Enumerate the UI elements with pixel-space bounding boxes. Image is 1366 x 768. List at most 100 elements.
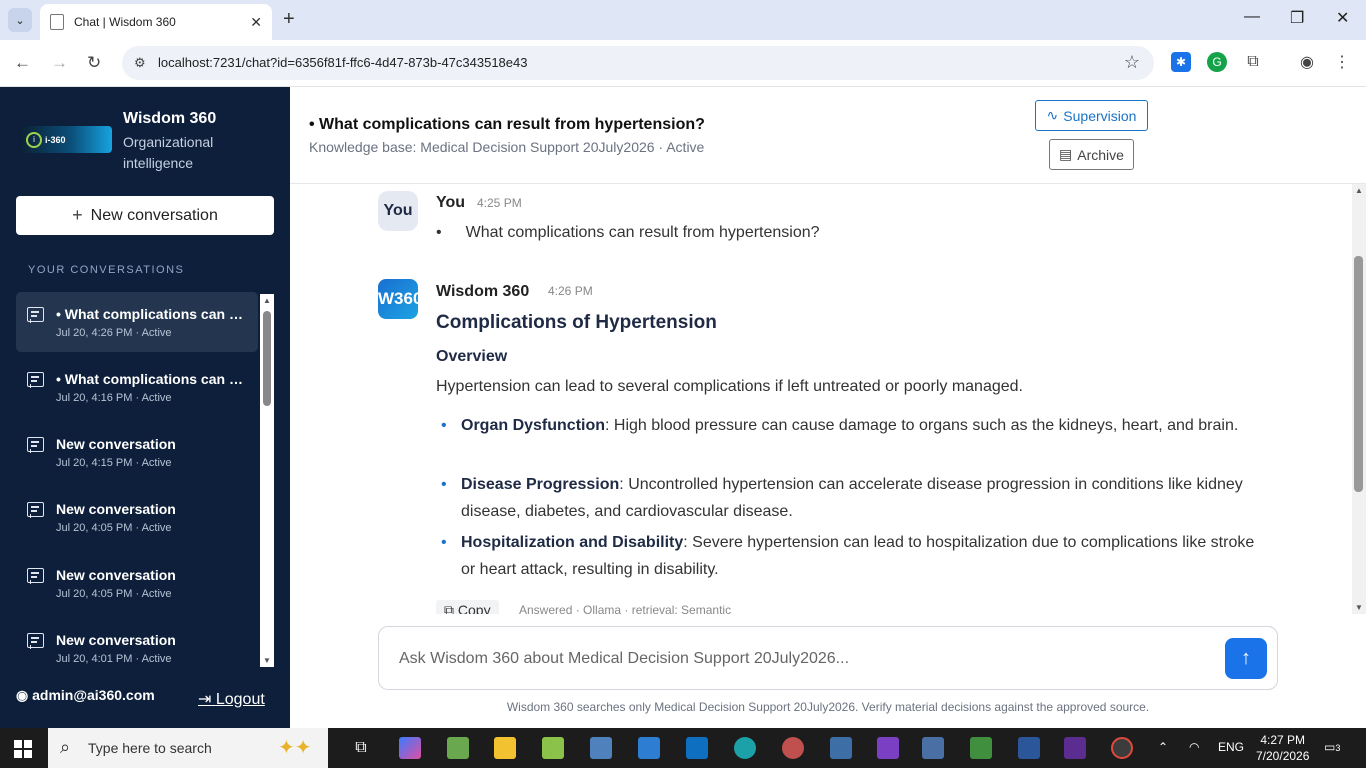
conversation-item[interactable]: New conversation Jul 20, 4:05 PM · Activ… <box>16 553 258 613</box>
sidebar: i i-360 Wisdom 360 Organizational intell… <box>0 87 290 728</box>
visual-studio-icon[interactable] <box>877 737 899 759</box>
conversation-list: • What complications can result from hyp… <box>16 292 258 668</box>
brand-subtitle: Organizational intelligence <box>123 134 214 171</box>
supervision-button[interactable]: ∿ Supervision <box>1035 100 1148 131</box>
url-text: localhost:7231/chat?id=6356f81f-ffc6-4d4… <box>158 55 528 70</box>
new-conversation-label: New conversation <box>90 206 218 224</box>
restore-icon[interactable]: ❐ <box>1290 8 1304 28</box>
conversation-item[interactable]: • What complications can result from hyp… <box>16 292 258 352</box>
edge-icon[interactable] <box>734 737 756 759</box>
notifications-icon[interactable]: ▭3 <box>1324 740 1340 754</box>
list-item-term: Disease Progression <box>461 476 620 493</box>
supervision-label: Supervision <box>1063 107 1137 124</box>
bullet-icon: • <box>436 224 442 241</box>
user-email: admin@ai360.com <box>32 687 155 703</box>
conversation-item[interactable]: New conversation Jul 20, 4:15 PM · Activ… <box>16 422 258 482</box>
conversation-item[interactable]: New conversation Jul 20, 4:05 PM · Activ… <box>16 487 258 547</box>
message-composer[interactable]: Ask Wisdom 360 about Medical Decision Su… <box>378 626 1278 690</box>
conversations-section-label: YOUR CONVERSATIONS <box>28 264 185 276</box>
scroll-up-icon[interactable]: ▲ <box>1355 186 1363 195</box>
send-button[interactable]: ↑ <box>1225 638 1267 679</box>
conversation-item[interactable]: • What complications can result from hyp… <box>16 357 258 417</box>
browser-tab[interactable]: Chat | Wisdom 360 ✕ <box>40 4 272 40</box>
sidebar-scrollbar[interactable]: ▲ ▼ <box>260 294 274 667</box>
tray-chevron-icon[interactable]: ⌃ <box>1158 740 1168 754</box>
plus-icon: + <box>72 205 83 225</box>
copy-button[interactable]: ⧉ Copy <box>436 600 499 614</box>
logout-label: Logout <box>215 691 265 708</box>
scroll-thumb[interactable] <box>263 311 271 406</box>
scroll-down-icon[interactable]: ▼ <box>1355 603 1363 612</box>
archive-button[interactable]: ▤ Archive <box>1049 139 1134 170</box>
user-message: • What complications can result from hype… <box>436 224 820 242</box>
tools-icon[interactable] <box>542 737 564 759</box>
page-favicon-icon <box>50 14 64 30</box>
tab-search-dropdown-icon[interactable]: ⌄ <box>8 8 32 32</box>
activity-icon: ∿ <box>1046 107 1059 123</box>
taskbar: ⌕ Type here to search ✦✦ ⧉ ⌃ ◠ ENG 4:27 … <box>0 728 1366 768</box>
app-icon[interactable] <box>970 737 992 759</box>
scroll-down-icon[interactable]: ▼ <box>263 656 271 665</box>
chat-icon <box>27 633 44 649</box>
vscode-icon[interactable] <box>686 737 708 759</box>
address-row: ← → ↻ ⚙ localhost:7231/chat?id=6356f81f-… <box>0 40 1366 87</box>
clock-time: 4:27 PM <box>1260 733 1306 747</box>
extensions-puzzle-icon[interactable]: ⧉ <box>1243 52 1263 72</box>
minimize-icon[interactable]: — <box>1244 8 1260 26</box>
app-icon[interactable] <box>447 737 469 759</box>
app-icon[interactable] <box>922 737 944 759</box>
conversation-title: • What complications can result from hyp… <box>56 371 246 387</box>
chat-thread: You You 4:25 PM • What complications can … <box>290 184 1352 614</box>
grammarly-icon[interactable]: G <box>1207 52 1227 72</box>
chrome-icon[interactable] <box>1111 737 1133 759</box>
user-name: You <box>436 194 466 211</box>
composer-input[interactable]: Ask Wisdom 360 about Medical Decision Su… <box>399 650 849 668</box>
profile-icon[interactable]: ◉ <box>1297 52 1317 72</box>
app-icon[interactable] <box>782 737 804 759</box>
app-icon[interactable] <box>1064 737 1086 759</box>
taskbar-search[interactable]: ⌕ Type here to search ✦✦ <box>48 728 328 768</box>
logout-button[interactable]: ⇥ Logout <box>198 689 265 709</box>
scroll-up-icon[interactable]: ▲ <box>263 296 271 305</box>
close-window-icon[interactable]: ✕ <box>1336 8 1349 28</box>
postgres-icon[interactable] <box>830 737 852 759</box>
windows-start-icon[interactable] <box>14 740 32 758</box>
clock-date: 7/20/2026 <box>1256 749 1310 763</box>
conversation-title: • What complications can result from hyp… <box>56 306 246 322</box>
address-bar[interactable]: ⚙ localhost:7231/chat?id=6356f81f-ffc6-4… <box>122 46 1154 80</box>
archive-icon: ▤ <box>1059 146 1073 162</box>
search-icon: ⌕ <box>60 737 71 757</box>
conversation-meta: Jul 20, 4:16 PM · Active <box>56 392 172 404</box>
system-clock[interactable]: 4:27 PM 7/20/2026 <box>1256 732 1309 764</box>
knowledge-base-subtitle: Knowledge base: Medical Decision Support… <box>309 139 705 155</box>
reload-icon[interactable]: ↻ <box>87 53 101 73</box>
extension-icon[interactable]: ✱ <box>1171 52 1191 72</box>
chat-icon <box>27 568 44 584</box>
file-explorer-icon[interactable] <box>494 737 516 759</box>
answer-meta: Answered · Ollama · retrieval: Semantic <box>519 603 732 614</box>
wifi-icon[interactable]: ◠ <box>1189 740 1199 754</box>
conversation-title: New conversation <box>56 501 176 517</box>
new-conversation-button[interactable]: + New conversation <box>16 196 274 235</box>
scroll-thumb[interactable] <box>1354 256 1363 492</box>
language-indicator[interactable]: ENG <box>1218 740 1244 754</box>
back-icon[interactable]: ← <box>14 53 31 73</box>
chat-scrollbar[interactable]: ▲ ▼ <box>1352 184 1366 614</box>
new-tab-icon[interactable]: + <box>283 8 295 31</box>
menu-kebab-icon[interactable]: ⋮ <box>1332 52 1352 72</box>
bot-name: Wisdom 360 <box>436 283 530 300</box>
app-icon[interactable] <box>638 737 660 759</box>
forward-icon[interactable]: → <box>51 53 68 73</box>
app-icon[interactable] <box>590 737 612 759</box>
user-icon: ◉ <box>16 687 29 703</box>
conversation-item[interactable]: New conversation Jul 20, 4:01 PM · Activ… <box>16 618 258 668</box>
site-info-icon[interactable]: ⚙ <box>134 55 146 71</box>
close-tab-icon[interactable]: ✕ <box>250 14 262 31</box>
task-view-icon[interactable]: ⧉ <box>350 737 372 759</box>
word-icon[interactable] <box>1018 737 1040 759</box>
bullet-icon: • <box>441 476 447 493</box>
copilot-icon[interactable] <box>399 737 421 759</box>
bookmark-star-icon[interactable]: ☆ <box>1124 52 1140 73</box>
arrow-up-icon: ↑ <box>1241 647 1251 669</box>
conversation-meta: Jul 20, 4:26 PM · Active <box>56 327 172 339</box>
